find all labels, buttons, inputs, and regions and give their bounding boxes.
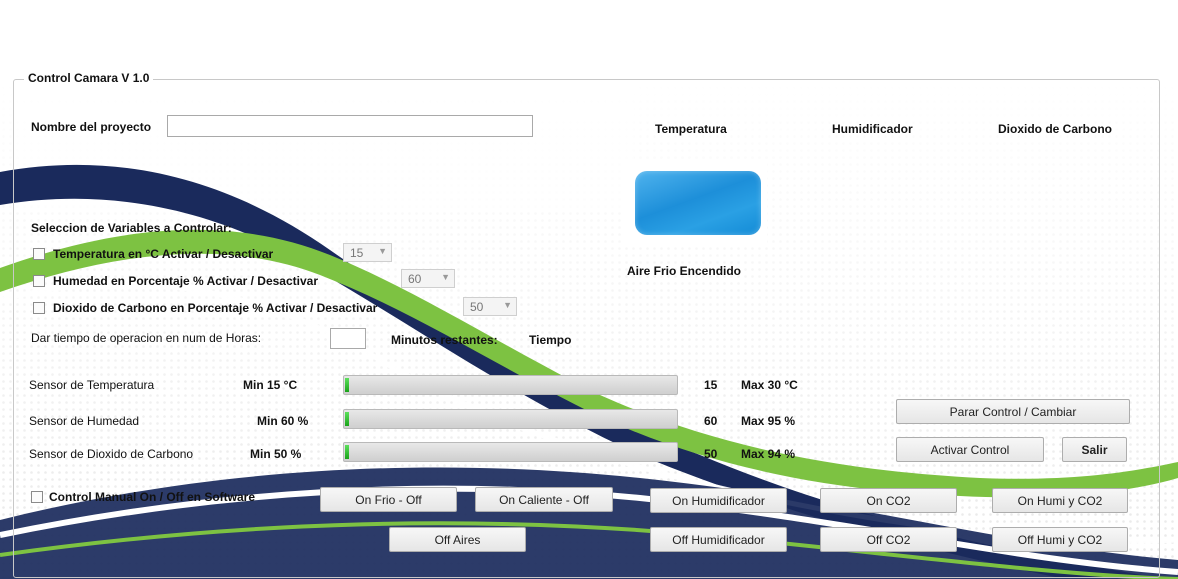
sensor-co2-progress [343, 442, 678, 462]
temperature-select[interactable]: 15 ▼ [343, 243, 392, 262]
on-humidificador-button[interactable]: On Humidificador [650, 488, 787, 513]
remaining-minutes-label: Minutos restantes: [391, 333, 498, 347]
on-co2-button[interactable]: On CO2 [820, 488, 957, 513]
stop-change-button[interactable]: Parar Control / Cambiar [896, 399, 1130, 424]
off-humidificador-button[interactable]: Off Humidificador [650, 527, 787, 552]
sensor-co2-value: 50 [704, 447, 718, 461]
temperature-checkbox-label: Temperatura en °C Activar / Desactivar [53, 247, 274, 261]
sensor-co2-label: Sensor de Dioxido de Carbono [29, 447, 194, 461]
air-conditioner-image [625, 163, 767, 243]
on-humi-co2-button[interactable]: On Humi y CO2 [992, 488, 1128, 513]
header-humidifier: Humidificador [832, 122, 913, 136]
operation-time-label: Dar tiempo de operacion en num de Horas: [31, 331, 262, 345]
humidity-checkbox-label: Humedad en Porcentaje % Activar / Desact… [53, 274, 318, 288]
ac-status-label: Aire Frio Encendido [627, 264, 742, 278]
sensor-humidity-progress [343, 409, 678, 429]
sensor-temperature-max: Max 30 °C [741, 378, 798, 392]
chevron-down-icon: ▼ [503, 300, 512, 310]
sensor-co2-max: Max 94 % [741, 447, 796, 461]
variables-title: Seleccion de Variables a Controlar: [31, 221, 232, 235]
co2-select[interactable]: 50 ▼ [463, 297, 517, 316]
off-aires-button[interactable]: Off Aires [389, 527, 526, 552]
activate-control-button[interactable]: Activar Control [896, 437, 1044, 462]
sensor-temperature-min: Min 15 °C [243, 378, 298, 392]
header-temperature: Temperatura [655, 122, 727, 136]
sensor-co2-min: Min 50 % [250, 447, 302, 461]
header-co2: Dioxido de Carbono [998, 122, 1112, 136]
group-title: Control Camara V 1.0 [24, 71, 154, 85]
sensor-humidity-max: Max 95 % [741, 414, 796, 428]
co2-checkbox-label: Dioxido de Carbono en Porcentaje % Activ… [53, 301, 378, 315]
sensor-humidity-value: 60 [704, 414, 718, 428]
project-name-input[interactable] [167, 115, 533, 137]
sensor-temperature-value: 15 [704, 378, 718, 392]
remaining-time-value: Tiempo [529, 333, 572, 347]
project-name-label: Nombre del proyecto [31, 120, 152, 134]
on-caliente-off-button[interactable]: On Caliente - Off [475, 487, 613, 512]
ac-blue-panel [635, 171, 761, 235]
sensor-humidity-label: Sensor de Humedad [29, 414, 140, 428]
off-humi-co2-button[interactable]: Off Humi y CO2 [992, 527, 1128, 552]
chevron-down-icon: ▼ [441, 272, 450, 282]
humidity-select[interactable]: 60 ▼ [401, 269, 455, 288]
manual-control-label: Control Manual On / Off en Software [49, 490, 256, 504]
exit-button[interactable]: Salir [1062, 437, 1127, 462]
progress-fill [345, 378, 349, 392]
manual-control-checkbox[interactable] [31, 491, 43, 503]
sensor-humidity-min: Min 60 % [257, 414, 309, 428]
operation-hours-input[interactable] [330, 328, 366, 349]
humidity-select-value: 60 [408, 272, 422, 286]
temperature-select-value: 15 [350, 246, 364, 260]
co2-checkbox[interactable] [33, 302, 45, 314]
temperature-checkbox[interactable] [33, 248, 45, 260]
progress-fill [345, 445, 349, 459]
chevron-down-icon: ▼ [378, 246, 387, 256]
progress-fill [345, 412, 349, 426]
sensor-temperature-label: Sensor de Temperatura [29, 378, 155, 392]
on-frio-off-button[interactable]: On Frio - Off [320, 487, 457, 512]
sensor-temperature-progress [343, 375, 678, 395]
co2-select-value: 50 [470, 300, 484, 314]
humidity-checkbox[interactable] [33, 275, 45, 287]
off-co2-button[interactable]: Off CO2 [820, 527, 957, 552]
